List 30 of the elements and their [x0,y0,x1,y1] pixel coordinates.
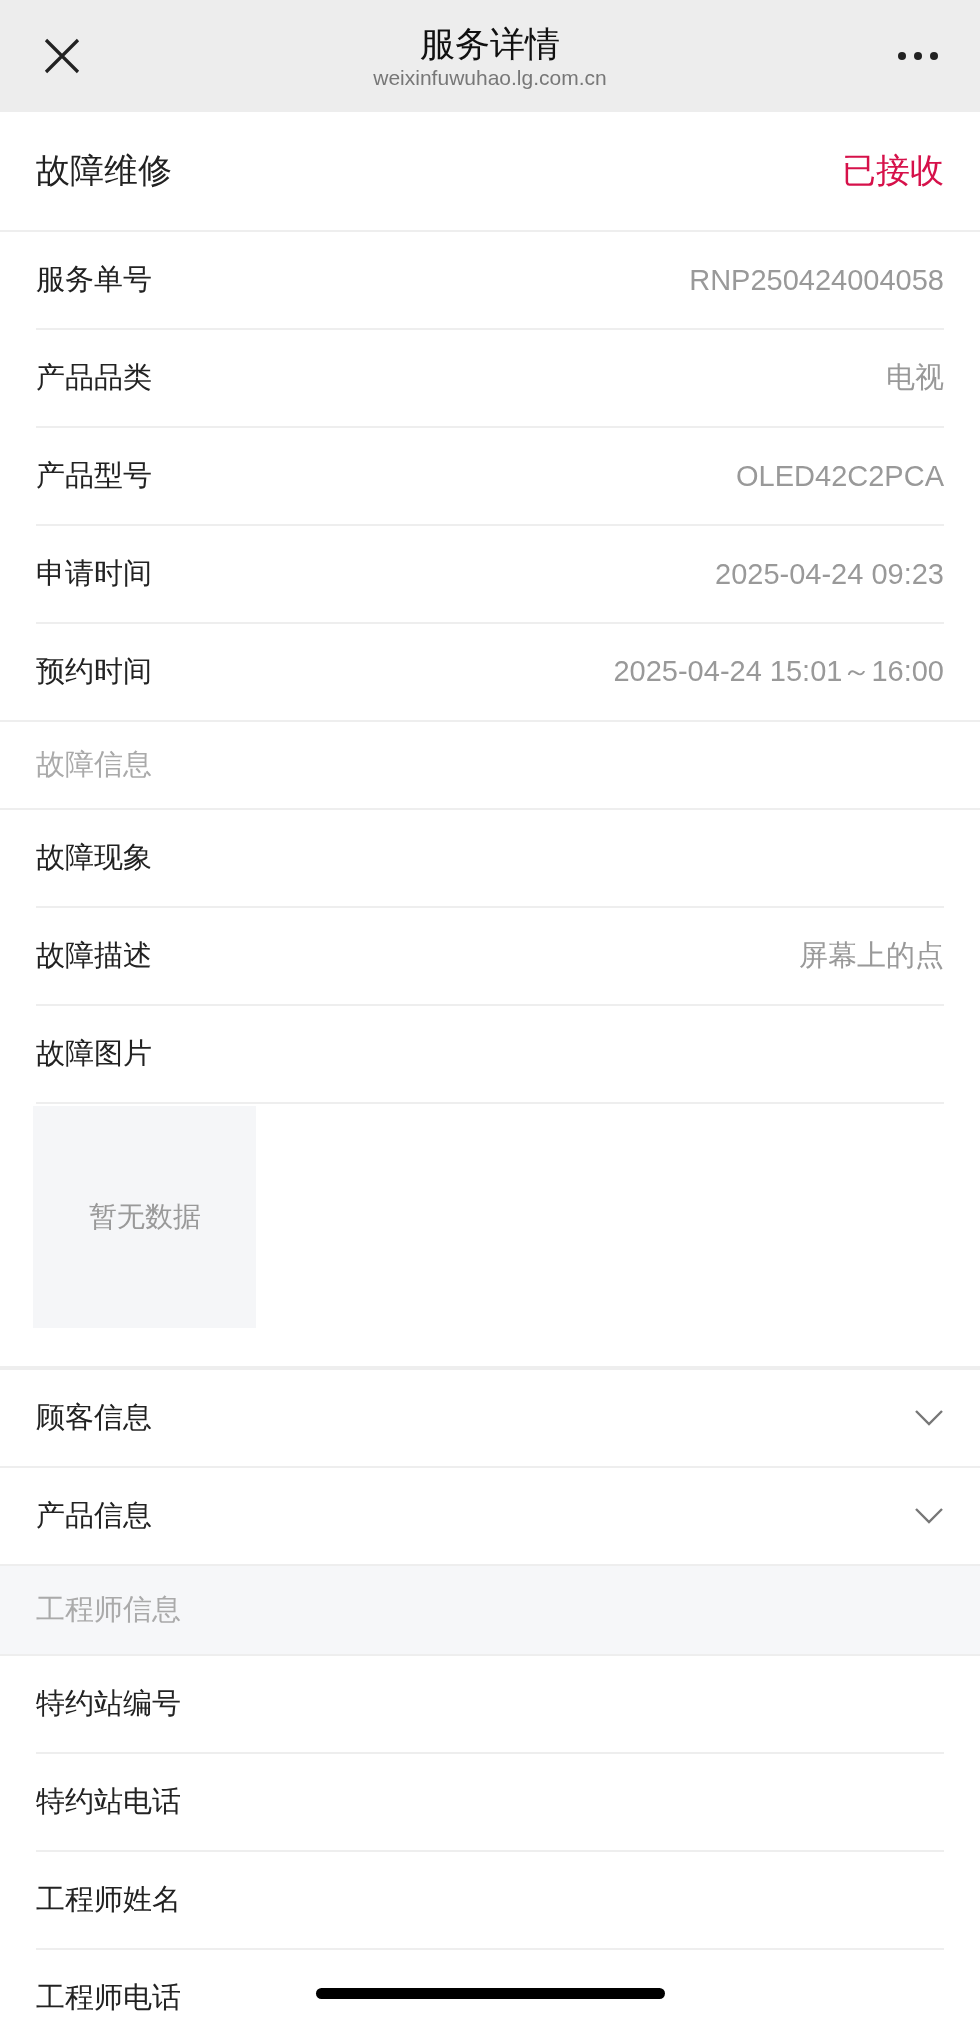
section-toggle-label[interactable]: 产品信息 [36,1496,152,1536]
field-label: 工程师电话 [36,1980,181,2015]
section-toggle-label[interactable]: 顾客信息 [36,1398,152,1438]
section-title: 故障信息 [36,747,152,782]
empty-state-text: 暂无数据 [88,1200,201,1234]
section-title: 工程师信息 [36,1592,181,1627]
field-label: 故障描述 [36,938,152,973]
field-value: 电视 [886,360,944,395]
field-label: 预约时间 [36,654,152,689]
field-label: 服务单号 [36,262,152,297]
field-value: OLED42C2PCA [736,459,944,493]
chevron-down-icon[interactable] [914,1409,944,1427]
field-value: 2025-04-24 09:23 [715,557,944,591]
field-value: 2025-04-24 15:01～16:00 [613,654,944,689]
field-label: 产品型号 [36,458,152,493]
field-value: RNP250424004058 [689,263,944,297]
field-label: 特约站编号 [36,1686,181,1721]
page-url: weixinfuwuhao.lg.com.cn [373,66,607,90]
field-label: 故障图片 [36,1036,152,1071]
service-type: 故障维修 [36,150,172,191]
field-value: 屏幕上的点 [799,938,944,973]
field-label: 特约站电话 [36,1784,181,1819]
field-label: 申请时间 [36,556,152,591]
field-label: 工程师姓名 [36,1882,181,1917]
page-title: 服务详情 [420,23,560,65]
more-icon[interactable] [896,50,940,62]
field-label: 故障现象 [36,840,152,875]
field-label: 产品品类 [36,360,152,395]
status-text: 已接收 [842,150,944,191]
chevron-down-icon[interactable] [914,1507,944,1525]
